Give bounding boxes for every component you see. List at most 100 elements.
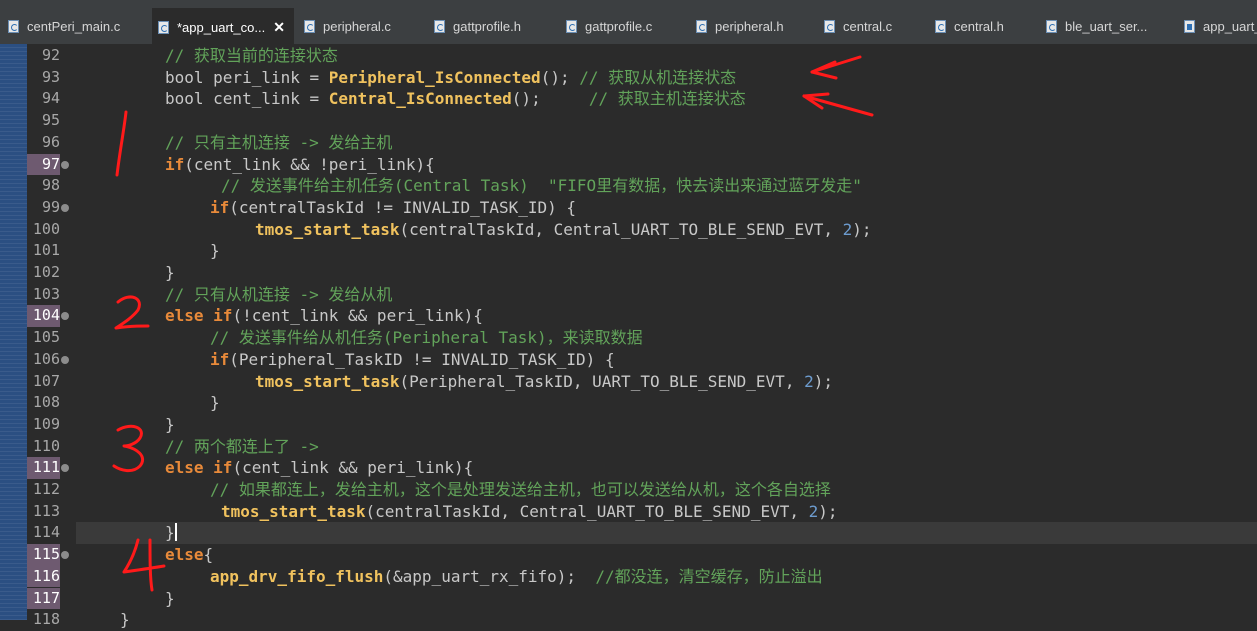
- line-number: 106: [32, 349, 60, 368]
- tab-app-uart-h[interactable]: app_uart_: [1178, 8, 1257, 44]
- tab-label: app_uart_: [1203, 19, 1257, 34]
- line-number: 109: [32, 414, 60, 433]
- line-number: 103: [32, 284, 60, 303]
- code-line[interactable]: 115 else{: [0, 544, 1257, 566]
- code-line[interactable]: 103 // 只有从机连接 -> 发给从机: [0, 284, 1257, 306]
- code-line[interactable]: 107 tmos_start_task(Peripheral_TaskID, U…: [0, 371, 1257, 393]
- text-cursor: [174, 523, 177, 542]
- tab-peripheral-c[interactable]: peripheral.c: [298, 8, 426, 44]
- line-number: 112: [32, 480, 60, 498]
- code-comment: // 发送事件给从机任务(Peripheral Task)，来读取数据: [210, 328, 643, 348]
- tab-central-c[interactable]: central.c: [818, 8, 928, 44]
- line-number: 96: [41, 132, 60, 151]
- line-number: 101: [32, 241, 60, 260]
- c-file-icon: [8, 20, 19, 33]
- line-number: 98: [41, 176, 60, 195]
- code-line[interactable]: 112 // 如果都连上，发给主机，这个是处理发送给主机，也可以发送给从机，这个…: [0, 479, 1257, 501]
- code-text: }: [165, 588, 175, 608]
- code-text: tmos_start_task(centralTaskId, Central_U…: [221, 501, 838, 521]
- code-comment: // 两个都连上了 ->: [165, 436, 319, 456]
- code-line[interactable]: 102 }: [0, 262, 1257, 284]
- tab-ble-uart-ser[interactable]: ble_uart_ser...: [1040, 8, 1178, 44]
- code-text: tmos_start_task(centralTaskId, Central_U…: [255, 219, 872, 239]
- code-line[interactable]: 98 // 发送事件给主机任务(Central Task) "FIFO里有数据，…: [0, 175, 1257, 197]
- code-line[interactable]: 104 else if(!cent_link && peri_link){: [0, 305, 1257, 328]
- code-line[interactable]: 99 if(centralTaskId != INVALID_TASK_ID) …: [0, 197, 1257, 219]
- code-line[interactable]: 97 if(cent_link && !peri_link){: [0, 153, 1257, 176]
- code-text: bool peri_link = Peripheral_IsConnected(…: [165, 67, 737, 87]
- close-icon[interactable]: ✕: [273, 19, 285, 35]
- code-text: else if(cent_link && peri_link){: [165, 458, 474, 478]
- code-text: else if(!cent_link && peri_link){: [165, 306, 483, 326]
- code-editor[interactable]: 92 // 获取当前的连接状态 93 bool peri_link = Peri…: [0, 44, 1257, 629]
- c-file-icon: [935, 20, 946, 33]
- code-line[interactable]: 100 tmos_start_task(centralTaskId, Centr…: [0, 219, 1257, 241]
- fold-toggle-icon[interactable]: [61, 355, 69, 364]
- code-line[interactable]: 110 // 两个都连上了 ->: [0, 436, 1257, 458]
- c-file-icon: [1046, 20, 1057, 33]
- code-line[interactable]: 101 }: [0, 240, 1257, 262]
- tab-label: central.c: [843, 19, 893, 34]
- code-text: bool cent_link = Central_IsConnected(); …: [165, 89, 746, 109]
- tab-label: centPeri_main.c: [27, 19, 121, 34]
- c-file-icon: [304, 20, 315, 33]
- fold-toggle-icon[interactable]: [61, 203, 69, 212]
- tab-label: gattprofile.h: [453, 19, 521, 34]
- code-comment: // 只有主机连接 -> 发给主机: [165, 132, 393, 152]
- code-line[interactable]: 108 }: [0, 392, 1257, 414]
- tab-gattprofile-h[interactable]: gattprofile.h: [428, 8, 558, 44]
- line-number: 95: [41, 111, 60, 130]
- line-number: 100: [32, 219, 60, 238]
- line-number: 104: [27, 305, 60, 328]
- fold-toggle-icon[interactable]: [61, 160, 69, 169]
- line-number: 116: [27, 565, 60, 588]
- code-line[interactable]: 92 // 获取当前的连接状态: [0, 45, 1257, 67]
- code-comment: // 只有从机连接 -> 发给从机: [165, 284, 393, 304]
- tab-app-uart-active[interactable]: *app_uart_co... ✕: [152, 8, 294, 44]
- current-line-highlight: [76, 522, 1257, 545]
- code-line[interactable]: 118 }: [0, 609, 1257, 631]
- code-line[interactable]: 117 }: [0, 587, 1257, 610]
- code-line[interactable]: 109 }: [0, 414, 1257, 436]
- tab-centperi-main-c[interactable]: centPeri_main.c: [2, 8, 150, 44]
- code-text: else{: [165, 545, 214, 565]
- line-number: 115: [27, 544, 60, 566]
- code-comment: // 如果都连上，发给主机，这个是处理发送给主机，也可以发送给从机，这个各自选择: [210, 480, 831, 499]
- code-text: }: [165, 414, 175, 434]
- fold-toggle-icon[interactable]: [61, 312, 69, 321]
- c-file-icon: [824, 20, 835, 33]
- code-line[interactable]: 116 app_drv_fifo_flush(&app_uart_rx_fifo…: [0, 565, 1257, 588]
- code-line[interactable]: 113 tmos_start_task(centralTaskId, Centr…: [0, 501, 1257, 523]
- code-line[interactable]: 111 else if(cent_link && peri_link){: [0, 457, 1257, 479]
- code-line[interactable]: 106 if(Peripheral_TaskID != INVALID_TASK…: [0, 349, 1257, 371]
- line-number: 110: [32, 436, 60, 455]
- code-text: if(Peripheral_TaskID != INVALID_TASK_ID)…: [210, 349, 615, 369]
- c-file-icon: [158, 21, 169, 34]
- code-line[interactable]: 105 // 发送事件给从机任务(Peripheral Task)，来读取数据: [0, 327, 1257, 349]
- tab-label: central.h: [954, 19, 1004, 34]
- current-code-line[interactable]: 114 }: [0, 522, 1257, 545]
- code-text: if(centralTaskId != INVALID_TASK_ID) {: [210, 197, 577, 217]
- line-number: 111: [27, 457, 60, 479]
- code-line[interactable]: 94 bool cent_link = Central_IsConnected(…: [0, 88, 1257, 110]
- code-line[interactable]: 95: [0, 110, 1257, 132]
- fold-toggle-icon[interactable]: [61, 551, 69, 560]
- line-number: 113: [32, 501, 60, 520]
- line-number: 97: [27, 153, 60, 176]
- code-text: if(cent_link && !peri_link){: [165, 154, 435, 174]
- tab-label: gattprofile.c: [585, 19, 653, 34]
- code-comment: // 发送事件给主机任务(Central Task) "FIFO里有数据，快去读…: [221, 176, 862, 196]
- code-text: app_drv_fifo_flush(&app_uart_rx_fifo); /…: [210, 566, 823, 586]
- line-number: 118: [32, 610, 60, 629]
- code-line[interactable]: 93 bool peri_link = Peripheral_IsConnect…: [0, 67, 1257, 89]
- line-number: 94: [41, 89, 60, 108]
- tab-label: *app_uart_co...: [177, 20, 266, 35]
- fold-toggle-icon[interactable]: [61, 464, 69, 473]
- tab-central-h[interactable]: central.h: [929, 8, 1039, 44]
- code-comment: // 获取当前的连接状态: [165, 46, 338, 65]
- code-line[interactable]: 96 // 只有主机连接 -> 发给主机: [0, 132, 1257, 154]
- tab-gattprofile-c[interactable]: gattprofile.c: [560, 8, 688, 44]
- tab-peripheral-h[interactable]: peripheral.h: [690, 8, 814, 44]
- line-number: 114: [32, 523, 60, 542]
- line-number: 117: [27, 587, 60, 610]
